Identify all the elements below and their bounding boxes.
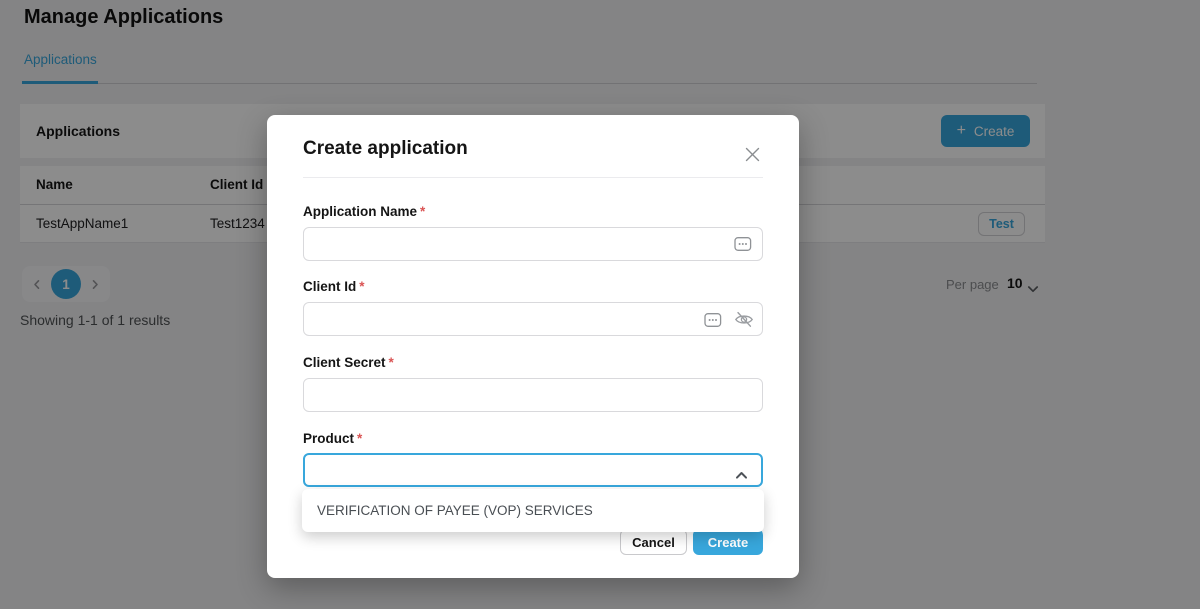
required-asterisk: *	[359, 279, 364, 294]
product-option-vop[interactable]: VERIFICATION OF PAYEE (VOP) SERVICES	[302, 489, 764, 532]
modal-title: Create application	[303, 138, 468, 160]
product-label: Product*	[303, 431, 362, 446]
close-icon	[745, 147, 760, 162]
modal-title-divider	[303, 177, 763, 178]
client-secret-label: Client Secret*	[303, 355, 394, 370]
application-name-input[interactable]	[303, 227, 763, 261]
cancel-button[interactable]: Cancel	[620, 529, 687, 555]
required-asterisk: *	[389, 355, 394, 370]
client-id-label: Client Id*	[303, 279, 365, 294]
required-asterisk: *	[357, 431, 362, 446]
app-root: Manage Applications Applications Applica…	[0, 0, 1200, 609]
required-asterisk: *	[420, 204, 425, 219]
chevron-up-icon	[735, 467, 748, 485]
client-secret-input[interactable]	[303, 378, 763, 412]
product-dropdown-menu: VERIFICATION OF PAYEE (VOP) SERVICES	[302, 489, 764, 532]
autofill-icon[interactable]	[704, 312, 722, 328]
eye-slash-icon[interactable]	[734, 311, 754, 328]
autofill-icon[interactable]	[734, 236, 752, 252]
application-name-label: Application Name*	[303, 204, 425, 219]
modal-create-button[interactable]: Create	[693, 529, 763, 555]
close-button[interactable]	[743, 145, 761, 163]
product-select[interactable]	[303, 453, 763, 487]
create-application-modal: Create application Application Name* Cli…	[267, 115, 799, 578]
client-id-input[interactable]	[303, 302, 763, 336]
